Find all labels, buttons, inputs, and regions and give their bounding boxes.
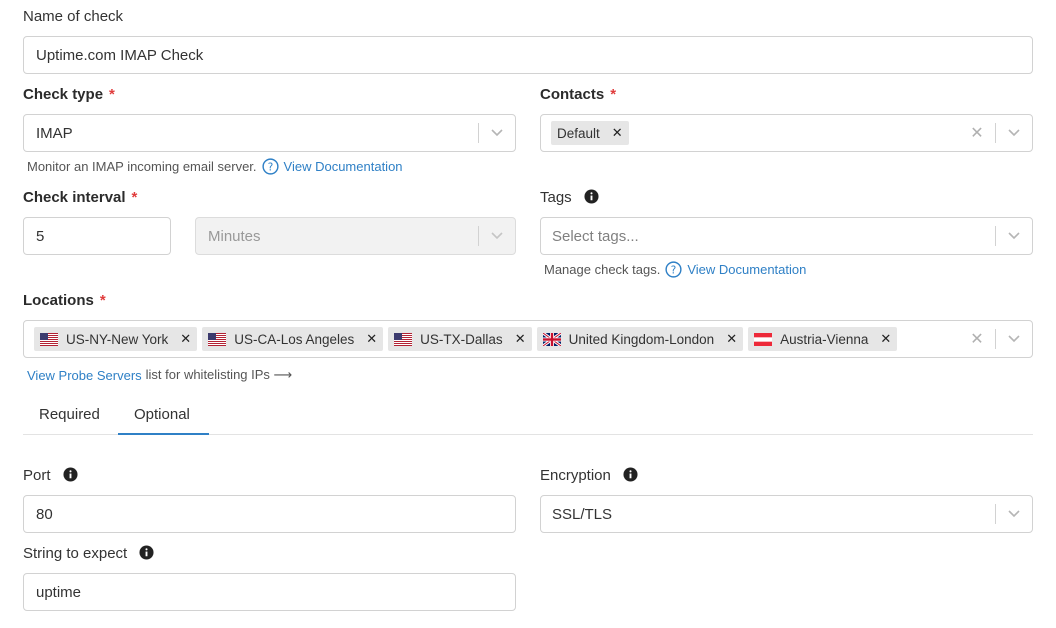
string-to-expect-label: String to expect [23,545,154,562]
contacts-label-text: Contacts [540,86,605,103]
chevron-down-icon[interactable] [996,115,1032,151]
check-type-select[interactable]: IMAP [23,114,516,152]
check-type-hint: Monitor an IMAP incoming email server. ?… [27,158,403,175]
port-label: Port [23,467,78,484]
svg-text:?: ? [671,264,677,276]
required-marker: * [109,86,115,103]
string-to-expect-value: uptime [36,583,82,601]
tags-hint-text: Manage check tags. [544,262,661,277]
check-interval-label-text: Check interval [23,189,126,206]
contacts-select[interactable]: Default ✕ ✕ [540,114,1033,152]
contacts-label: Contacts * [540,86,616,103]
required-marker: * [131,189,138,206]
check-interval-input[interactable]: 5 [23,217,171,255]
locations-label-text: Locations [23,292,94,309]
interval-unit-select: Minutes [195,217,516,255]
clear-icon[interactable]: ✕ [959,321,995,357]
port-value: 80 [36,505,53,523]
locations-select[interactable]: US-NY-New York ✕ US-CA-Los Angeles ✕ US-… [23,320,1033,358]
tab-optional[interactable]: Optional [134,406,190,423]
location-chip-label: US-CA-Los Angeles [234,331,355,347]
probe-servers-suffix: list for whitelisting IPs ⟶ [145,367,293,382]
port-label-text: Port [23,467,51,484]
name-of-check-value: Uptime.com IMAP Check [36,46,204,64]
tags-label-text: Tags [540,189,572,206]
info-icon [139,545,154,560]
uk-flag-icon [542,332,561,346]
port-input[interactable]: 80 [23,495,516,533]
check-type-label-text: Check type [23,86,104,103]
location-chip: Austria-Vienna ✕ [748,327,898,351]
required-marker: * [99,292,106,309]
tags-label: Tags [540,189,599,206]
tags-hint: Manage check tags. ? View Documentation [544,261,806,278]
check-interval-label: Check interval * [23,189,137,206]
check-type-value: IMAP [36,124,73,142]
svg-text:?: ? [267,161,273,173]
question-circle-icon: ? [261,158,279,175]
name-of-check-label: Name of check [23,8,124,25]
us-flag-icon [208,332,227,346]
required-marker: * [610,86,617,103]
remove-chip-icon[interactable]: ✕ [726,331,737,347]
remove-chip-icon[interactable]: ✕ [180,331,191,347]
austria-flag-icon [754,332,773,346]
location-chip-label: United Kingdom-London [568,331,715,347]
chevron-down-icon[interactable] [479,115,515,151]
chevron-down-icon[interactable] [996,321,1032,357]
chevron-down-icon [479,218,515,254]
string-to-expect-input[interactable]: uptime [23,573,516,611]
question-circle-icon: ? [665,261,682,278]
check-interval-value: 5 [36,227,45,245]
location-chip-label: Austria-Vienna [780,331,869,347]
tags-placeholder: Select tags... [552,227,639,245]
probe-servers-link[interactable]: View Probe Servers [27,368,142,383]
us-flag-icon [394,332,413,346]
contact-chip-label: Default [557,125,600,141]
info-icon [584,189,599,204]
us-flag-icon [40,332,58,346]
string-to-expect-label-text: String to expect [23,545,128,562]
location-chip: US-TX-Dallas ✕ [388,327,532,351]
check-type-label: Check type * [23,86,115,103]
location-chip: US-CA-Los Angeles ✕ [202,327,384,351]
chevron-down-icon[interactable] [996,218,1032,254]
contact-chip: Default ✕ [551,121,629,145]
location-chip: United Kingdom-London ✕ [536,327,744,351]
probe-servers-hint: View Probe Servers list for whitelisting… [27,367,292,383]
remove-chip-icon[interactable]: ✕ [515,331,526,347]
remove-chip-icon[interactable]: ✕ [366,331,377,347]
encryption-value: SSL/TLS [552,505,613,523]
chevron-down-icon[interactable] [996,496,1032,532]
encryption-label-text: Encryption [540,467,611,484]
location-chip: US-NY-New York ✕ [34,327,198,351]
check-type-hint-text: Monitor an IMAP incoming email server. [27,159,257,174]
info-icon [623,467,638,482]
active-tab-indicator [118,433,209,435]
tab-required[interactable]: Required [39,406,100,423]
encryption-label: Encryption [540,467,638,484]
encryption-select[interactable]: SSL/TLS [540,495,1033,533]
name-of-check-input[interactable]: Uptime.com IMAP Check [23,36,1033,74]
location-chip-label: US-NY-New York [66,331,169,347]
tags-doc-link[interactable]: View Documentation [687,262,806,277]
remove-chip-icon[interactable]: ✕ [880,331,891,347]
locations-label: Locations * [23,292,106,309]
check-type-doc-link[interactable]: View Documentation [284,159,403,174]
info-icon [63,467,78,482]
interval-unit-value: Minutes [208,227,261,245]
tags-select[interactable]: Select tags... [540,217,1033,255]
remove-chip-icon[interactable]: ✕ [612,125,623,141]
clear-icon[interactable]: ✕ [959,115,995,151]
location-chip-label: US-TX-Dallas [420,331,503,347]
